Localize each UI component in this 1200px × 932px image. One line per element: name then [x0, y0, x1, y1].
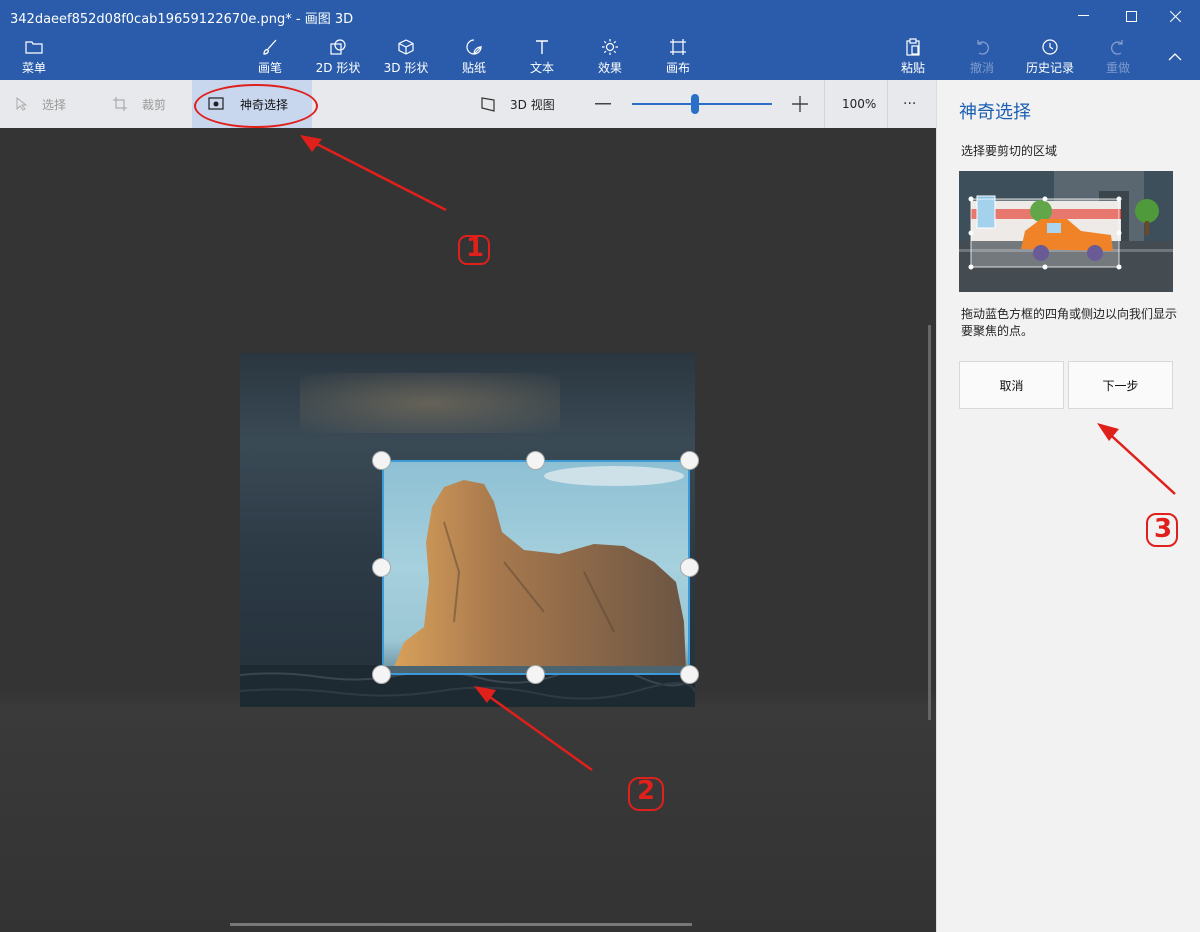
plus-icon — [792, 96, 808, 112]
redo-label: 重做 — [1105, 61, 1130, 75]
zoom-track — [632, 94, 772, 114]
close-icon[interactable] — [1152, 0, 1198, 32]
zoom-slider[interactable] — [632, 80, 772, 128]
paste-button[interactable]: 粘贴 — [883, 36, 943, 80]
select-label: 选择 — [42, 97, 67, 112]
shapes2d-tool[interactable]: 2D 形状 — [308, 36, 368, 80]
paste-label: 粘贴 — [900, 61, 925, 75]
horizontal-scrollbar[interactable] — [230, 923, 692, 926]
canvas-label: 画布 — [665, 61, 690, 75]
shapes3d-tool[interactable]: 3D 形状 — [376, 36, 436, 80]
minimize-icon[interactable] — [1060, 0, 1106, 32]
sticker-icon — [465, 36, 483, 58]
tutorial-preview-image — [959, 171, 1173, 292]
canvas-icon — [669, 36, 687, 58]
magic-selection-box[interactable] — [382, 460, 690, 675]
toolbar-divider — [824, 80, 825, 128]
resize-handle-right[interactable] — [680, 558, 699, 577]
cursor-icon — [16, 97, 28, 111]
annotation-label-1: 1 — [466, 233, 485, 263]
resize-handle-bottom-right[interactable] — [680, 665, 699, 684]
text-icon — [533, 36, 551, 58]
zoom-level[interactable]: 100% — [842, 80, 876, 128]
minus-icon — [595, 103, 611, 105]
annotation-label-2: 2 — [637, 776, 656, 806]
view3d-button[interactable]: 3D 视图 — [480, 80, 555, 128]
resize-handle-left[interactable] — [372, 558, 391, 577]
stickers-label: 贴纸 — [461, 61, 486, 75]
panel-subtitle: 选择要剪切的区域 — [961, 144, 1058, 158]
sun-icon — [601, 36, 619, 58]
zoom-in-button[interactable] — [792, 80, 808, 128]
resize-handle-top-left[interactable] — [372, 451, 391, 470]
panel-description: 拖动蓝色方框的四角或侧边以向我们显示要聚焦的点。 — [961, 307, 1178, 338]
shapes2d-label: 2D 形状 — [315, 61, 361, 75]
resize-handle-bottom-left[interactable] — [372, 665, 391, 684]
folder-icon — [25, 36, 43, 58]
view3d-icon — [480, 96, 496, 112]
resize-handle-top-right[interactable] — [680, 451, 699, 470]
shapes3d-label: 3D 形状 — [383, 61, 429, 75]
more-icon[interactable]: ··· — [903, 80, 916, 128]
effects-tool[interactable]: 效果 — [580, 36, 640, 80]
brushes-tool[interactable]: 画笔 — [240, 36, 300, 80]
next-button[interactable]: 下一步 — [1068, 361, 1173, 409]
brushes-label: 画笔 — [257, 61, 282, 75]
panel-title: 神奇选择 — [959, 102, 1031, 123]
rock-image — [384, 466, 688, 673]
crop-icon — [112, 96, 128, 112]
cube-icon — [397, 36, 415, 58]
history-label: 历史记录 — [1025, 61, 1074, 75]
app-ribbon: 342daeef852d08f0cab19659122670e.png* - 画… — [0, 0, 1200, 80]
text-tool[interactable]: 文本 — [512, 36, 572, 80]
zoom-thumb[interactable] — [691, 94, 699, 114]
redo-button[interactable]: 重做 — [1088, 36, 1148, 80]
undo-icon — [973, 36, 991, 58]
toolbar-divider — [887, 80, 888, 128]
shapes-2d-icon — [329, 36, 347, 58]
cancel-button[interactable]: 取消 — [959, 361, 1064, 409]
view3d-label: 3D 视图 — [510, 97, 555, 112]
vertical-scrollbar[interactable] — [928, 325, 931, 720]
undo-label: 撤消 — [969, 61, 994, 75]
history-button[interactable]: 历史记录 — [1020, 36, 1080, 80]
zoom-out-button[interactable] — [595, 80, 611, 128]
annotation-label-3: 3 — [1154, 514, 1173, 544]
select-tool[interactable]: 选择 — [16, 80, 66, 128]
menu-label: 菜单 — [21, 61, 46, 75]
crop-tool[interactable]: 裁剪 — [112, 80, 166, 128]
effects-label: 效果 — [597, 61, 622, 75]
resize-handle-top[interactable] — [526, 451, 545, 470]
menu-button[interactable]: 菜单 — [4, 36, 64, 80]
magic-select-panel: 神奇选择 选择要剪切的区域 拖动蓝色方框的四角或侧边以向我们显示要聚焦的点。 取… — [936, 80, 1200, 932]
resize-handle-bottom[interactable] — [526, 665, 545, 684]
annotation-circle — [194, 84, 318, 128]
undo-button[interactable]: 撤消 — [952, 36, 1012, 80]
redo-icon — [1109, 36, 1127, 58]
history-icon — [1041, 36, 1059, 58]
collapse-ribbon-icon[interactable] — [1152, 40, 1198, 74]
sub-toolbar: 选择 裁剪 神奇选择 3D 视图 100% ··· — [0, 80, 936, 128]
text-label: 文本 — [529, 61, 554, 75]
brush-icon — [261, 36, 279, 58]
window-title: 342daeef852d08f0cab19659122670e.png* - 画… — [10, 12, 354, 27]
canvas-tool[interactable]: 画布 — [648, 36, 708, 80]
maximize-icon[interactable] — [1108, 0, 1154, 32]
clipboard-icon — [904, 36, 922, 58]
stickers-tool[interactable]: 贴纸 — [444, 36, 504, 80]
crop-label: 裁剪 — [142, 97, 167, 112]
